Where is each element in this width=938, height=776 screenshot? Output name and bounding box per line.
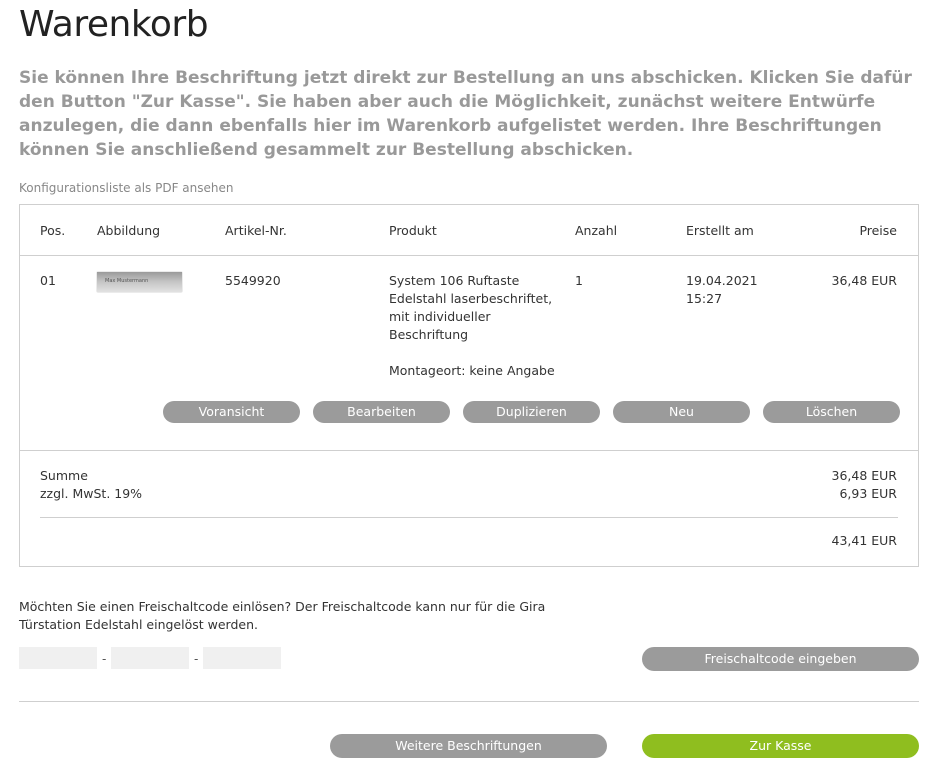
footer-divider [19, 701, 919, 702]
voucher-separator-2: - [194, 652, 199, 666]
duplicate-button[interactable]: Duplizieren [463, 401, 600, 423]
voucher-code-field-1[interactable] [19, 647, 97, 669]
vat-label: zzgl. MwSt. 19% [40, 486, 143, 501]
checkout-button[interactable]: Zur Kasse [642, 734, 919, 758]
total-value: 43,41 EUR [831, 533, 898, 548]
intro-text: Sie können Ihre Beschriftung jetzt direk… [19, 68, 912, 160]
more-labels-button[interactable]: Weitere Beschriftungen [330, 734, 607, 758]
row-article: 5549920 [225, 273, 281, 288]
row-product-line4: Beschriftung [389, 327, 469, 342]
preview-button[interactable]: Voransicht [163, 401, 300, 423]
voucher-question: Möchten Sie einen Freischaltcode einlöse… [19, 599, 546, 632]
header-article: Artikel-Nr. [225, 223, 287, 238]
row-mount: Montageort: keine Angabe [389, 363, 555, 378]
product-thumbnail: Max Mustermann [97, 272, 182, 292]
sum-label: Summe [40, 468, 88, 483]
row-quantity: 1 [575, 273, 583, 288]
header-product: Produkt [389, 223, 437, 238]
row-divider [20, 450, 918, 451]
thumbnail-text: Max Mustermann [105, 278, 149, 284]
row-product-line2: Edelstahl laserbeschriftet, [389, 291, 553, 306]
header-image: Abbildung [97, 223, 161, 238]
cart-table: Pos. Abbildung Artikel-Nr. Produkt Anzah… [19, 204, 919, 567]
voucher-code-field-3[interactable] [203, 647, 281, 669]
row-time: 15:27 [686, 291, 723, 306]
delete-button[interactable]: Löschen [763, 401, 900, 423]
header-divider [20, 255, 918, 256]
sum-value: 36,48 EUR [831, 468, 898, 483]
voucher-separator-1: - [102, 652, 107, 666]
voucher-code-field-2[interactable] [111, 647, 189, 669]
row-date: 19.04.2021 [686, 273, 758, 288]
header-pos: Pos. [40, 223, 66, 238]
edit-button[interactable]: Bearbeiten [313, 401, 450, 423]
page-title: Warenkorb [19, 4, 209, 45]
new-button[interactable]: Neu [613, 401, 750, 423]
vat-value: 6,93 EUR [839, 486, 897, 501]
row-price: 36,48 EUR [831, 273, 898, 288]
pdf-link[interactable]: Konfigurationsliste als PDF ansehen [19, 181, 233, 195]
row-product-line3: mit individueller [389, 309, 491, 324]
header-price: Preise [859, 223, 897, 238]
voucher-submit-button[interactable]: Freischaltcode eingeben [642, 647, 919, 671]
row-pos: 01 [40, 273, 56, 288]
header-quantity: Anzahl [575, 223, 618, 238]
header-created: Erstellt am [686, 223, 754, 238]
total-divider [40, 517, 898, 518]
row-product-line1: System 106 Ruftaste [389, 273, 520, 288]
